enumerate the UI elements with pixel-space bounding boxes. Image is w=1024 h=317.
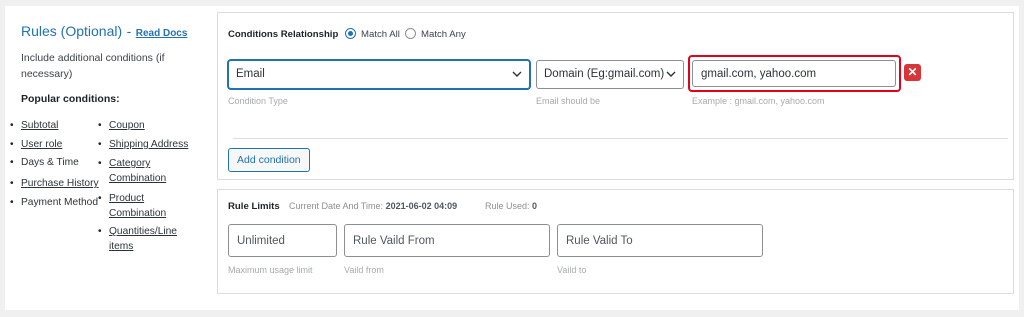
read-docs-link[interactable]: Read Docs (136, 28, 188, 39)
popular-conditions-heading: Popular conditions: (21, 93, 120, 105)
condition-quantities-line-items[interactable]: Quantities/Line items (98, 224, 189, 254)
match-all-radio[interactable] (345, 28, 356, 39)
chevron-down-icon (512, 71, 522, 77)
close-icon[interactable]: ✕ (904, 64, 921, 81)
rule-valid-to-input[interactable] (557, 224, 763, 257)
conditions-relationship-label: Conditions Relationship (228, 29, 339, 40)
title-separator: - (126, 23, 132, 39)
usage-limit-hint: Maximum usage limit (228, 265, 313, 275)
valid-to-hint: Vaild to (557, 265, 587, 275)
operator-value: Domain (Eg:gmail.com) (544, 68, 665, 80)
match-all-label[interactable]: Match All (361, 29, 400, 40)
operator-hint: Email should be (536, 96, 601, 106)
rule-limits-title: Rule Limits (228, 201, 280, 212)
add-condition-button[interactable]: Add condition (228, 148, 310, 172)
rules-description: Include additional conditions (if necess… (21, 52, 165, 80)
condition-purchase-history[interactable]: Purchase History (10, 176, 99, 191)
condition-type-hint: Condition Type (228, 96, 288, 106)
conditions-divider (233, 138, 1008, 139)
operator-select[interactable]: Domain (Eg:gmail.com) (536, 60, 684, 89)
condition-type-value: Email (236, 68, 265, 80)
match-any-radio[interactable] (405, 28, 416, 39)
match-any-label[interactable]: Match Any (421, 29, 466, 40)
rules-title: Rules (Optional) (21, 23, 123, 39)
chevron-down-icon (666, 71, 676, 77)
condition-subtotal[interactable]: Subtotal (10, 118, 59, 133)
condition-coupon[interactable]: Coupon (98, 118, 145, 133)
rules-sidebar: Rules (Optional) - Read Docs Include add… (5, 6, 210, 310)
usage-limit-input[interactable] (228, 224, 337, 257)
condition-payment-method[interactable]: Payment Method (10, 195, 98, 210)
condition-days-time[interactable]: Days & Time (10, 155, 79, 170)
current-date-time: Current Date And Time: 2021-06-02 04:09 (289, 201, 458, 211)
rule-used: Rule Used: 0 (485, 201, 538, 211)
rules-title-row: Rules (Optional) - Read Docs (21, 23, 187, 41)
condition-type-select[interactable]: Email (228, 60, 530, 89)
condition-product-combination[interactable]: Product Combination (98, 191, 179, 221)
condition-user-role[interactable]: User role (10, 137, 62, 152)
rules-panel: Rules (Optional) - Read Docs Include add… (5, 6, 1019, 310)
condition-shipping-address[interactable]: Shipping Address (98, 137, 188, 152)
rule-valid-from-input[interactable] (344, 224, 550, 257)
condition-category-combination[interactable]: Category Combination (98, 156, 179, 186)
condition-value-input[interactable] (692, 60, 896, 87)
valid-from-hint: Vaild from (344, 265, 384, 275)
value-hint: Example : gmail.com, yahoo.com (692, 96, 825, 106)
